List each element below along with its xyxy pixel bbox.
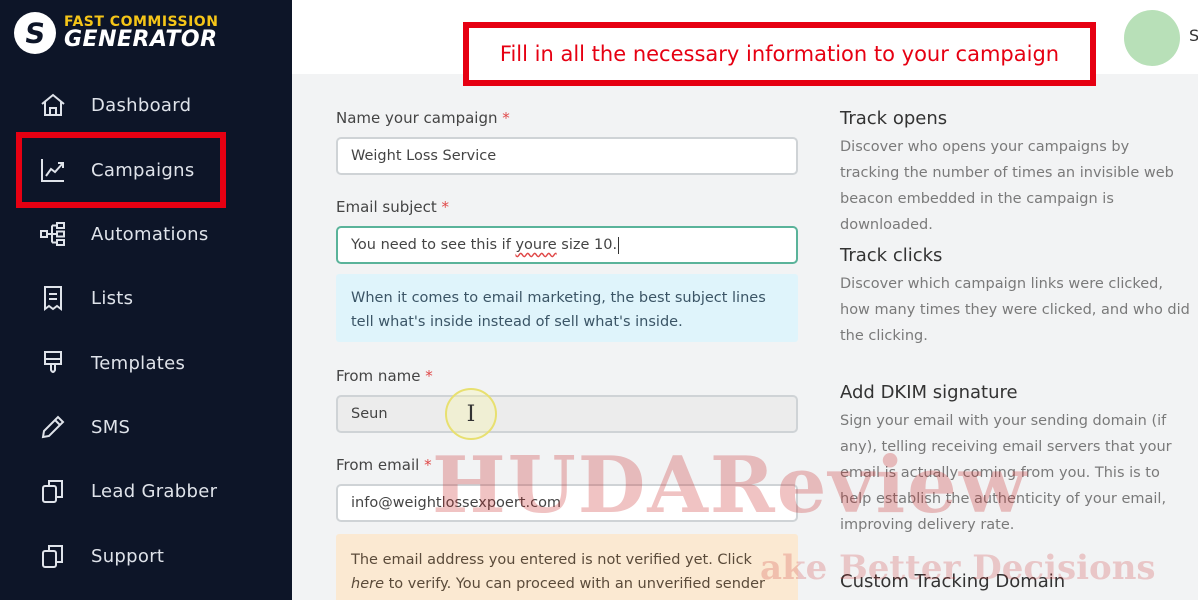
sidebar: S FAST COMMISSION GENERATOR Dashboard Ca… — [0, 0, 292, 600]
list-icon — [38, 283, 68, 313]
copy-icon — [38, 476, 68, 506]
sidebar-item-automations[interactable]: Automations — [38, 214, 209, 254]
avatar[interactable] — [1124, 10, 1180, 66]
sidebar-item-label: Templates — [91, 352, 186, 374]
pencil-icon — [38, 412, 68, 442]
copy-icon — [38, 541, 68, 571]
verify-link[interactable]: here — [351, 576, 384, 592]
home-icon — [38, 90, 68, 120]
track-opens-title: Track opens — [840, 108, 948, 129]
custom-tracking-domain-title: Custom Tracking Domain — [840, 571, 1066, 592]
subject-tip-box: When it comes to email marketing, the be… — [336, 274, 798, 342]
from-email-label: From email * — [336, 456, 432, 474]
sidebar-item-lead-grabber[interactable]: Lead Grabber — [38, 471, 217, 511]
brand-logo[interactable]: S FAST COMMISSION GENERATOR — [14, 12, 218, 54]
sidebar-item-label: Support — [91, 545, 165, 567]
logo-mark-icon: S — [14, 12, 56, 54]
user-initial: S — [1189, 26, 1198, 45]
brand-name-bottom: GENERATOR — [64, 27, 218, 52]
text-cursor-icon: I — [445, 388, 497, 440]
instruction-callout: Fill in all the necessary information to… — [463, 22, 1096, 86]
email-subject-label: Email subject * — [336, 198, 450, 216]
sidebar-item-support[interactable]: Support — [38, 536, 164, 576]
campaigns-highlight-box — [16, 132, 226, 208]
sidebar-item-label: Lists — [91, 287, 134, 309]
track-clicks-text: Discover which campaign links were click… — [840, 276, 1190, 344]
sidebar-item-label: Lead Grabber — [91, 480, 218, 502]
from-name-input[interactable]: Seun — [336, 395, 798, 433]
sidebar-item-sms[interactable]: SMS — [38, 407, 130, 447]
from-email-input[interactable]: info@weightlossexpoert.com — [336, 484, 798, 522]
sidebar-item-label: Dashboard — [91, 94, 192, 116]
email-subject-input[interactable]: You need to see this if youre size 10. — [336, 226, 798, 264]
sidebar-item-dashboard[interactable]: Dashboard — [38, 85, 191, 125]
sidebar-item-label: Automations — [91, 223, 209, 245]
campaign-name-label: Name your campaign * — [336, 109, 510, 127]
sidebar-item-label: SMS — [91, 416, 131, 438]
sidebar-item-templates[interactable]: Templates — [38, 343, 185, 383]
from-name-label: From name * — [336, 367, 433, 385]
campaign-name-input[interactable]: Weight Loss Service — [336, 137, 798, 175]
dkim-text: Sign your email with your sending domain… — [840, 413, 1172, 533]
template-icon — [38, 348, 68, 378]
flow-icon — [38, 219, 68, 249]
dkim-title: Add DKIM signature — [840, 382, 1018, 403]
track-opens-text: Discover who opens your campaigns by tra… — [840, 139, 1174, 233]
sidebar-item-lists[interactable]: Lists — [38, 278, 133, 318]
unverified-email-warning: The email address you entered is not ver… — [336, 534, 798, 600]
track-clicks-title: Track clicks — [840, 245, 943, 266]
